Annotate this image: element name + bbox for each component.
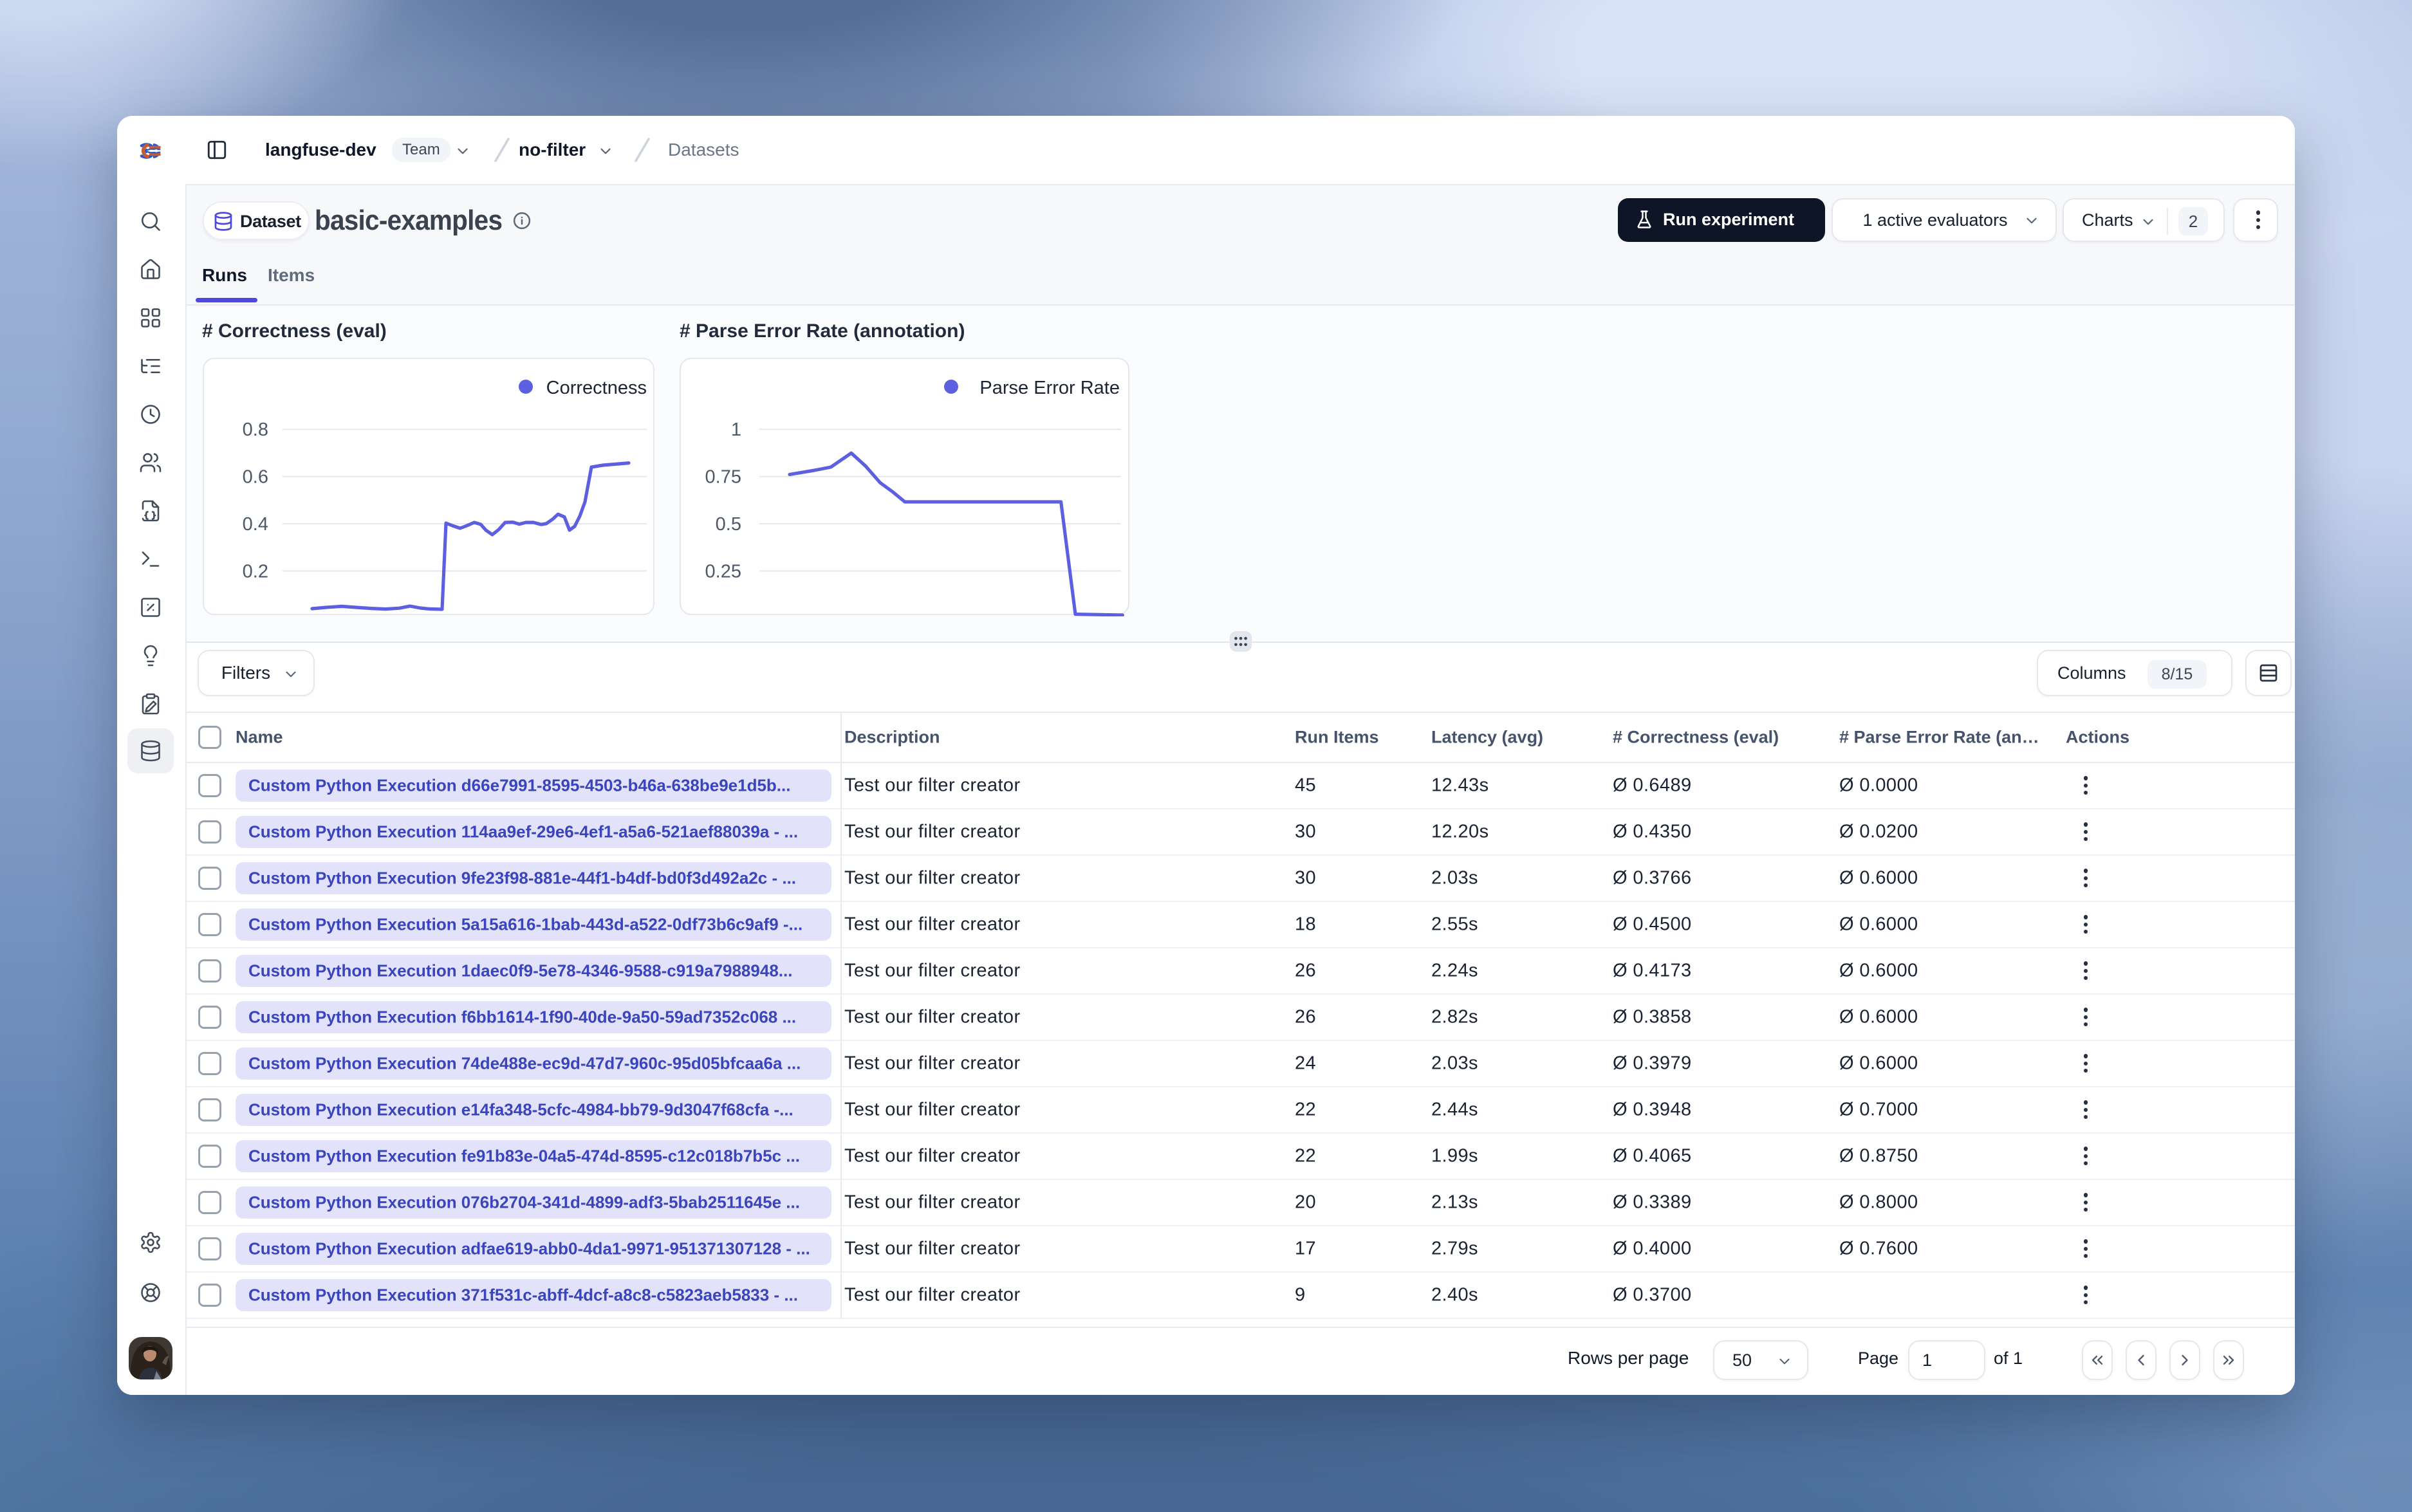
svg-text:Correctness: Correctness xyxy=(546,378,647,398)
svg-text:1: 1 xyxy=(731,419,741,440)
svg-text:0.6: 0.6 xyxy=(243,467,268,488)
svg-text:0.25: 0.25 xyxy=(705,561,741,582)
svg-text:0.75: 0.75 xyxy=(705,467,741,488)
svg-text:0.5: 0.5 xyxy=(716,514,741,535)
svg-text:0.2: 0.2 xyxy=(243,561,268,582)
svg-text:Parse Error Rate: Parse Error Rate xyxy=(979,378,1120,398)
svg-text:0.8: 0.8 xyxy=(243,419,268,440)
svg-text:0.4: 0.4 xyxy=(243,514,268,535)
